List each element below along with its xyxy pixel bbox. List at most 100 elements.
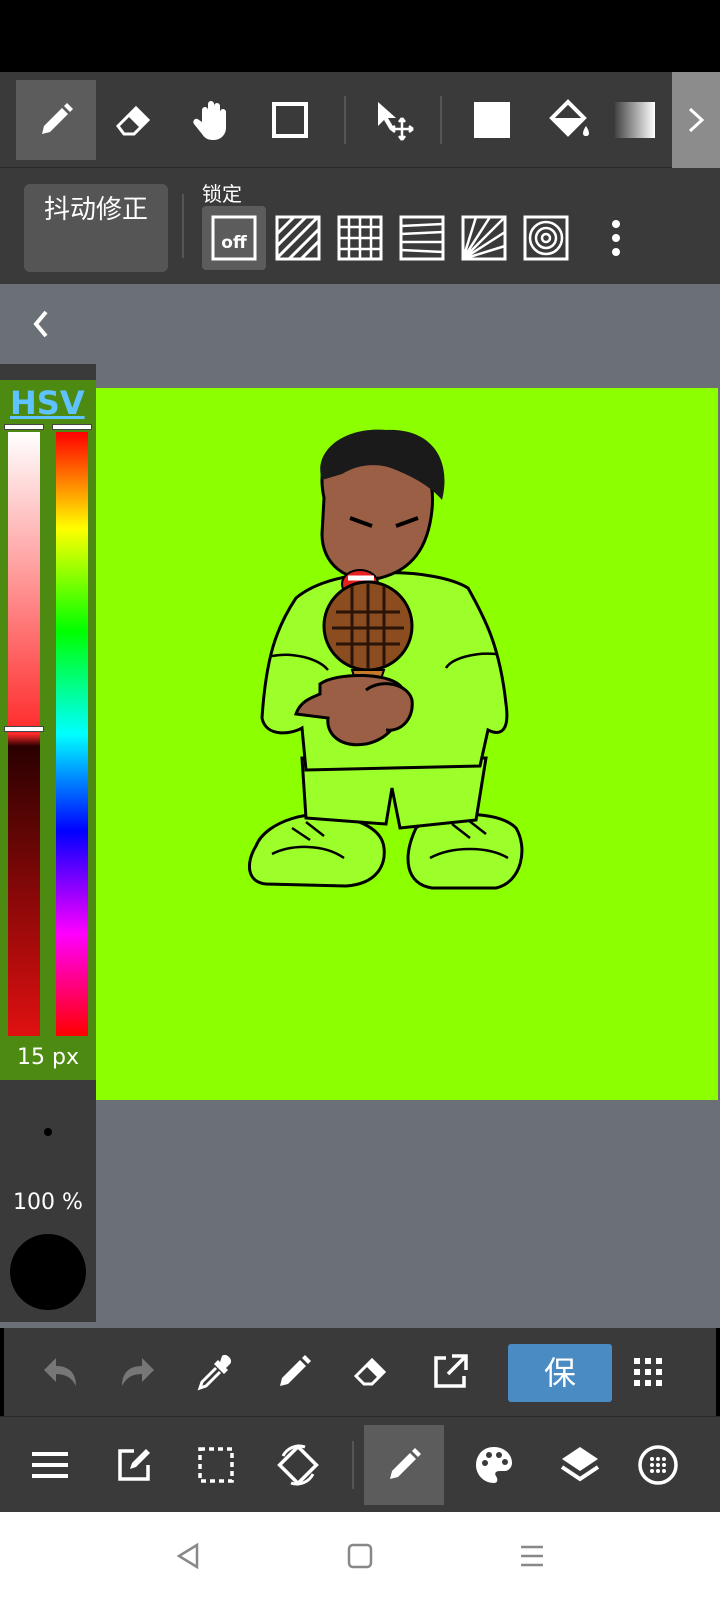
back-triangle-icon [176, 1542, 199, 1570]
value-marker[interactable] [4, 726, 44, 732]
kebab-menu-icon [612, 220, 620, 256]
hue-marker[interactable] [52, 424, 92, 430]
rectangle-tool-button[interactable] [250, 80, 330, 160]
brush-options-bar: 抖动修正 锁定 off [0, 168, 720, 284]
quick-pen-button[interactable] [264, 1342, 324, 1402]
pen-icon [280, 1355, 311, 1386]
layers-icon [560, 1447, 600, 1482]
stabilizer-button[interactable]: 抖动修正 [24, 184, 168, 272]
status-bar [0, 0, 720, 72]
grid-dots-icon [634, 1358, 662, 1386]
move-icon [378, 102, 414, 141]
hue-slider[interactable] [56, 432, 88, 1036]
stabilizer-label: 抖动修正 [43, 195, 148, 225]
undo-icon [44, 1358, 76, 1386]
canvas-workspace[interactable] [0, 284, 720, 1328]
toolbar-separator [440, 96, 442, 144]
bucket-tool-button[interactable] [530, 80, 610, 160]
saturation-top-marker[interactable] [4, 424, 44, 430]
menu-button[interactable] [10, 1425, 90, 1505]
brush-size-preview [44, 1128, 52, 1136]
brush-opacity-label[interactable]: 100 % [0, 1190, 96, 1215]
undo-button[interactable] [30, 1342, 90, 1402]
main-bottom-bar [0, 1416, 720, 1512]
quick-menu-button[interactable] [618, 1342, 678, 1402]
recents-icon [521, 1545, 543, 1567]
toolbar-separator [344, 96, 346, 144]
home-square-icon [347, 1543, 373, 1569]
gradient-tool-button[interactable] [608, 80, 658, 160]
brush-options-more-button[interactable] [610, 220, 622, 260]
layers-button[interactable] [540, 1425, 620, 1505]
eraser-icon [116, 105, 151, 136]
fill-shape-tool-button[interactable] [452, 80, 532, 160]
quick-actions-bar: 保 [4, 1328, 716, 1416]
horizontal-lines-icon [399, 215, 445, 261]
snap-off-button[interactable]: off [202, 206, 266, 270]
snap-lock-label: 锁定 [202, 182, 242, 206]
saturation-value-slider[interactable] [8, 432, 40, 1036]
system-nav-bar [0, 1512, 720, 1600]
snap-off-text: off [221, 233, 247, 253]
brush-settings-button[interactable] [364, 1425, 444, 1505]
gradient-icon [615, 102, 655, 138]
pen-icon [42, 103, 73, 134]
edit-button[interactable] [94, 1425, 174, 1505]
material-icon [638, 1445, 678, 1485]
snap-parallel-button[interactable] [272, 212, 324, 264]
quick-eraser-button[interactable] [342, 1342, 402, 1402]
redo-icon [122, 1358, 154, 1386]
export-button[interactable] [420, 1342, 480, 1402]
move-tool-button[interactable] [354, 80, 434, 160]
pen-icon [390, 1448, 421, 1479]
bucket-icon [549, 99, 589, 137]
snap-radial-button[interactable] [458, 212, 510, 264]
character-artwork [247, 429, 524, 890]
snap-lines-button[interactable] [396, 212, 448, 264]
eraser-icon [353, 1357, 387, 1386]
redo-button[interactable] [108, 1342, 168, 1402]
rotate-icon [277, 1444, 319, 1486]
palette-icon [476, 1447, 512, 1483]
rectangle-icon [272, 102, 308, 138]
current-color-swatch[interactable] [10, 1234, 86, 1310]
pen-tool-button[interactable] [16, 80, 96, 160]
snap-concentric-button[interactable] [520, 212, 572, 264]
save-button[interactable]: 保 [508, 1344, 612, 1402]
concentric-icon [523, 215, 569, 261]
collapse-panel-button[interactable] [26, 304, 56, 344]
rotate-canvas-button[interactable] [258, 1425, 338, 1505]
hsv-mode-toggle[interactable]: HSV [10, 384, 85, 422]
eyedropper-button[interactable] [186, 1342, 246, 1402]
snap-off-icon: off [211, 215, 257, 261]
hand-icon [193, 101, 226, 140]
color-mode-header: HSV [0, 380, 96, 426]
chevron-left-icon [33, 310, 48, 338]
chevron-right-icon [688, 107, 705, 133]
material-button[interactable] [618, 1425, 698, 1505]
eraser-tool-button[interactable] [94, 80, 174, 160]
toolbar-separator [352, 1441, 354, 1489]
selection-button[interactable] [176, 1425, 256, 1505]
parallel-lines-icon [275, 215, 321, 261]
nav-recents-button[interactable] [510, 1534, 554, 1578]
eyedropper-icon [197, 1354, 232, 1391]
menu-icon [32, 1452, 68, 1478]
radial-lines-icon [461, 215, 507, 261]
nav-home-button[interactable] [338, 1534, 382, 1578]
hand-tool-button[interactable] [172, 80, 252, 160]
fill-square-icon [474, 102, 510, 138]
selection-icon [198, 1447, 234, 1483]
color-palette-button[interactable] [454, 1425, 534, 1505]
brush-size-label[interactable]: 15 px [0, 1036, 96, 1080]
nav-back-button[interactable] [166, 1534, 210, 1578]
color-panel: HSV 15 px 100 % [0, 364, 96, 1322]
grid-icon [337, 215, 383, 261]
main-toolbar [0, 72, 720, 168]
toolbar-separator [182, 194, 184, 258]
edit-icon [118, 1449, 150, 1481]
snap-grid-button[interactable] [334, 212, 386, 264]
toolbar-more-button[interactable] [672, 72, 720, 168]
export-icon [434, 1354, 468, 1388]
drawing-canvas[interactable] [96, 388, 718, 1100]
